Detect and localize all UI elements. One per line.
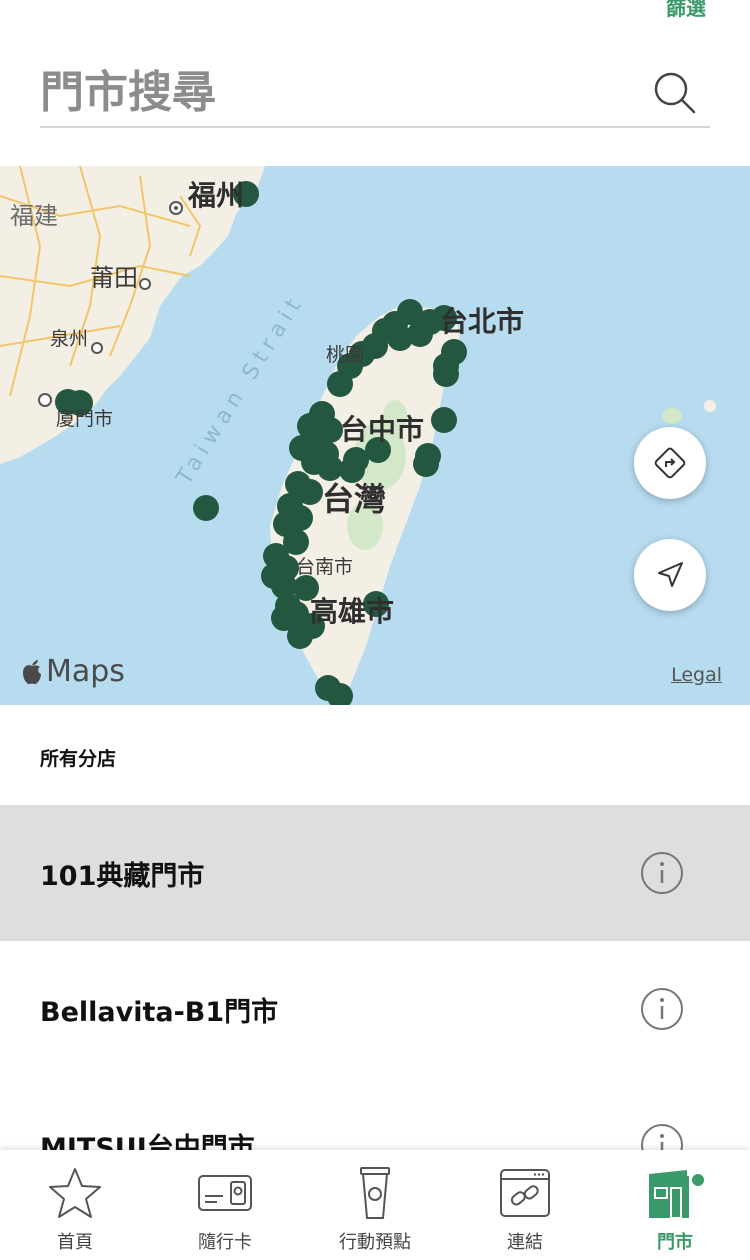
- apple-logo-icon: [23, 659, 41, 684]
- store-list: 101典藏門市 Bellavita-B1門市 MITSUI台中門市: [0, 805, 750, 1150]
- store-map[interactable]: 福州 福建 莆田 泉州 廈門市 Taiwan Strait 桃園 台北市 台中市…: [0, 166, 750, 705]
- map-label-quanzhou: 泉州: [50, 328, 89, 350]
- tab-label: 首頁: [57, 1232, 93, 1253]
- map-label-xiamen: 廈門市: [56, 408, 114, 430]
- tab-label: 連結: [507, 1232, 543, 1253]
- tab-home[interactable]: 首頁: [0, 1150, 150, 1260]
- map-label-fuzhou: 福州: [188, 179, 245, 212]
- store-name: 101典藏門市: [40, 860, 205, 892]
- section-title: 所有分店: [40, 748, 117, 770]
- card-icon: [198, 1175, 252, 1211]
- search-icon[interactable]: [650, 68, 700, 118]
- tab-label: 隨行卡: [198, 1232, 252, 1253]
- link-icon: [500, 1169, 550, 1217]
- map-label-taichung: 台中市: [340, 413, 425, 446]
- location-arrow-icon: [658, 562, 683, 587]
- map-label-tainan: 台南市: [296, 556, 354, 578]
- cup-icon: [360, 1167, 390, 1219]
- map-label-kaohsiung: 高雄市: [310, 595, 395, 628]
- store-row[interactable]: MITSUI台中門市: [0, 1077, 750, 1150]
- tab-links[interactable]: 連結: [450, 1150, 600, 1260]
- maps-wordmark: Maps: [46, 654, 125, 689]
- directions-button[interactable]: [634, 427, 706, 499]
- map-label-taipei: 台北市: [440, 305, 525, 338]
- apple-maps-attribution: Maps: [20, 654, 125, 689]
- bottom-tab-bar: 首頁 隨行卡 行動預點 連結 門市: [0, 1150, 750, 1260]
- tab-card[interactable]: 隨行卡: [150, 1150, 300, 1260]
- tab-store[interactable]: 門市: [600, 1150, 750, 1260]
- tab-label: 行動預點: [339, 1232, 411, 1253]
- store-icon: [649, 1170, 704, 1219]
- store-name: MITSUI台中門市: [40, 1132, 255, 1151]
- tab-mobile-order[interactable]: 行動預點: [300, 1150, 450, 1260]
- top-bar: 篩選: [0, 0, 750, 166]
- filter-button[interactable]: 篩選: [666, 0, 706, 21]
- info-icon[interactable]: [640, 851, 684, 895]
- store-name: Bellavita-B1門市: [40, 996, 279, 1028]
- store-row[interactable]: Bellavita-B1門市: [0, 941, 750, 1077]
- map-label-putian: 莆田: [90, 264, 138, 292]
- directions-icon: [654, 447, 686, 479]
- star-icon: [49, 1168, 101, 1218]
- info-icon[interactable]: [640, 1123, 684, 1150]
- store-row[interactable]: 101典藏門市: [0, 805, 750, 941]
- map-label-taoyuan: 桃園: [326, 344, 365, 366]
- map-label-fujian: 福建: [10, 202, 58, 230]
- tab-label: 門市: [657, 1232, 693, 1253]
- search-bar: [40, 58, 710, 128]
- locate-me-button[interactable]: [634, 539, 706, 611]
- info-icon[interactable]: [640, 987, 684, 1031]
- map-label-taiwan: 台灣: [322, 480, 387, 518]
- search-input[interactable]: [40, 58, 640, 126]
- legal-link[interactable]: Legal: [671, 664, 722, 686]
